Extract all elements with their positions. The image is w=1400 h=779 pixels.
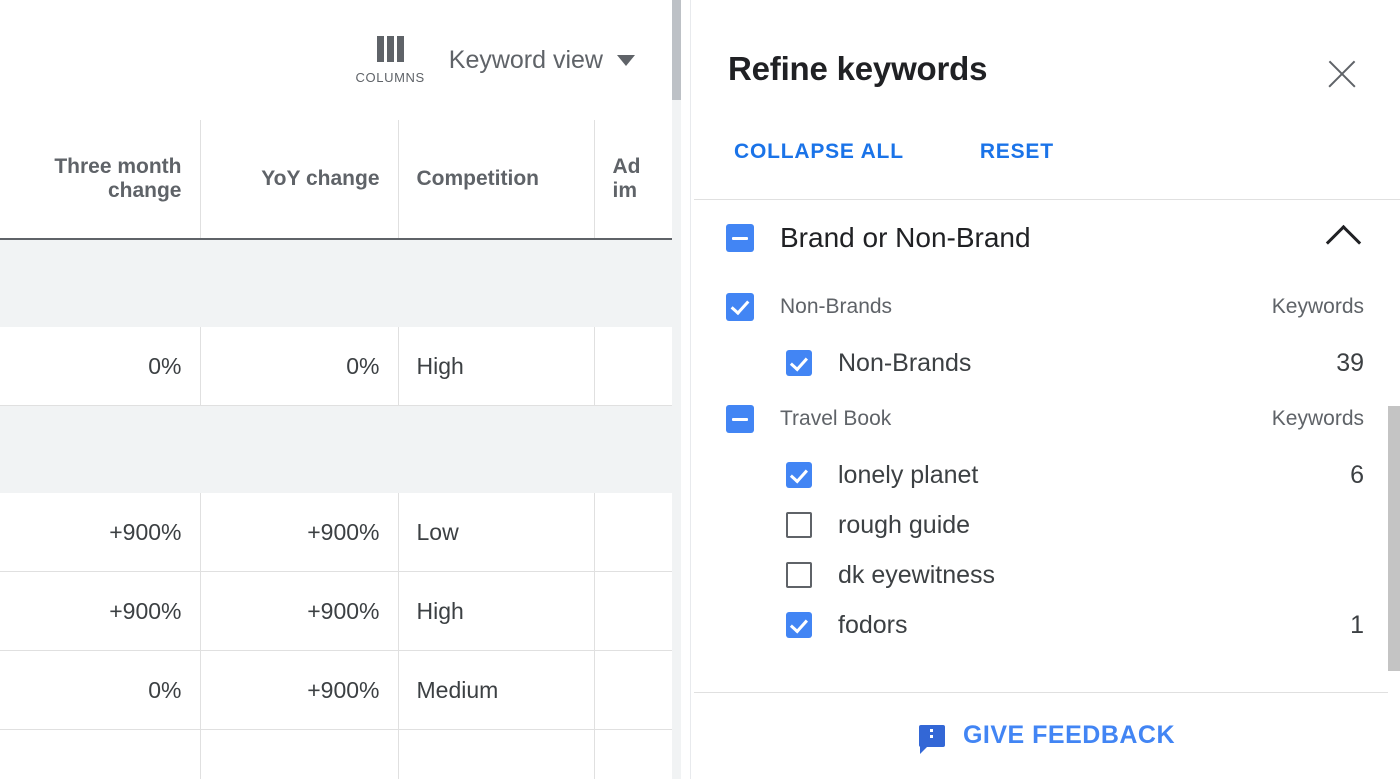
give-feedback-button[interactable]: GIVE FEEDBACK (909, 715, 1185, 756)
table-row[interactable]: +900% +900% Low (0, 493, 681, 572)
cell-three-month-change: 0% (0, 650, 201, 730)
cell-three-month-change: +900% (0, 571, 201, 651)
table-row[interactable]: +900% +900% High (0, 571, 681, 651)
item-label: dk eyewitness (838, 560, 996, 589)
keyword-view-dropdown[interactable]: Keyword view (449, 46, 635, 75)
cell-competition (398, 729, 595, 779)
cell-competition: High (398, 327, 595, 406)
item-label: Non-Brands (838, 348, 972, 377)
caret-down-icon (617, 54, 635, 66)
cell-yoy-change: +900% (200, 571, 399, 651)
table-scrollbar-thumb[interactable] (672, 0, 681, 100)
filter-group-non-brands[interactable]: Non-Brands Keywords (694, 276, 1400, 338)
item-label: lonely planet (838, 460, 979, 489)
cell-competition: High (398, 571, 595, 651)
filter-item-rough-guide[interactable]: rough guide (694, 500, 1400, 550)
panel-title: Refine keywords (728, 50, 988, 87)
reset-button[interactable]: RESET (972, 136, 1062, 168)
section-title: Brand or Non-Brand (780, 222, 1031, 253)
keyword-table: Three month change YoY change Competitio… (0, 120, 681, 779)
panel-footer: GIVE FEEDBACK (694, 693, 1400, 778)
filter-group-travel-book[interactable]: Travel Book Keywords (694, 388, 1400, 450)
table-row-band (0, 405, 681, 493)
filter-item-lonely-planet[interactable]: lonely planet 6 (694, 450, 1400, 500)
group-count-header: Keywords (1271, 407, 1364, 430)
item-label: rough guide (838, 510, 971, 539)
item-checkbox[interactable] (786, 350, 812, 376)
columns-icon (376, 35, 404, 62)
panel-body: Brand or Non-Brand Non-Brands Keywords N… (694, 200, 1400, 693)
filter-section-brand-or-non-brand[interactable]: Brand or Non-Brand (694, 200, 1400, 276)
columns-button[interactable]: COLUMNS (355, 35, 425, 85)
cell-yoy-change: 0% (200, 327, 399, 406)
columns-button-label: COLUMNS (355, 69, 425, 85)
collapse-all-button[interactable]: COLLAPSE ALL (726, 136, 912, 168)
table-row-band (0, 239, 681, 327)
item-checkbox[interactable] (786, 562, 812, 588)
table-vertical-scrollbar[interactable] (672, 0, 681, 779)
cell-ad-impression (594, 493, 681, 572)
cell-three-month-change (0, 729, 201, 779)
close-icon[interactable] (1324, 56, 1360, 92)
table-row[interactable] (0, 729, 681, 779)
filter-item-non-brands[interactable]: Non-Brands 39 (694, 338, 1400, 388)
table-toolbar: COLUMNS Keyword view (0, 0, 681, 120)
item-checkbox[interactable] (786, 512, 812, 538)
cell-three-month-change: +900% (0, 493, 201, 572)
group-label: Non-Brands (780, 295, 893, 318)
item-checkbox[interactable] (786, 462, 812, 488)
item-label: fodors (838, 610, 908, 639)
panel-actions: COLLAPSE ALL RESET (726, 136, 1062, 168)
column-header-competition[interactable]: Competition (398, 120, 595, 240)
filter-item-fodors[interactable]: fodors 1 (694, 600, 1400, 650)
cell-ad-impression (594, 327, 681, 406)
column-header-three-month-change[interactable]: Three month change (0, 120, 201, 240)
cell-ad-impression (594, 571, 681, 651)
filter-item-dk-eyewitness[interactable]: dk eyewitness (694, 550, 1400, 600)
give-feedback-label: GIVE FEEDBACK (962, 721, 1176, 749)
app-root: COLUMNS Keyword view Three month change … (0, 0, 1400, 779)
cell-yoy-change (200, 729, 399, 779)
column-header-yoy-change[interactable]: YoY change (200, 120, 399, 240)
panel-scrollbar-thumb[interactable] (1388, 406, 1400, 671)
cell-yoy-change: +900% (200, 650, 399, 730)
table-body: 0% 0% High +900% +900% Low +900% +900% H… (0, 239, 681, 779)
table-header: Three month change YoY change Competitio… (0, 120, 681, 240)
item-count: 1 (1350, 610, 1364, 639)
chevron-up-icon[interactable] (1325, 224, 1362, 261)
group-checkbox[interactable] (726, 405, 754, 433)
group-label: Travel Book (780, 407, 892, 430)
cell-ad-impression (594, 650, 681, 730)
group-count-header: Keywords (1271, 295, 1364, 318)
feedback-bubble-icon (918, 724, 945, 754)
item-checkbox[interactable] (786, 612, 812, 638)
section-checkbox[interactable] (726, 224, 754, 252)
keyword-table-pane: COLUMNS Keyword view Three month change … (0, 0, 681, 779)
panel-vertical-scrollbar[interactable] (1388, 201, 1400, 693)
refine-keywords-panel: Refine keywords COLLAPSE ALL RESET Brand… (694, 0, 1400, 779)
cell-three-month-change: 0% (0, 327, 201, 406)
item-count: 6 (1350, 460, 1364, 489)
cell-competition: Medium (398, 650, 595, 730)
table-row[interactable]: 0% 0% High (0, 327, 681, 406)
cell-competition: Low (398, 493, 595, 572)
group-checkbox[interactable] (726, 293, 754, 321)
item-count: 39 (1336, 348, 1364, 377)
cell-yoy-change: +900% (200, 493, 399, 572)
cell-ad-impression (594, 729, 681, 779)
panel-header: Refine keywords COLLAPSE ALL RESET (694, 0, 1400, 200)
keyword-view-label: Keyword view (448, 45, 603, 74)
table-header-row: Three month change YoY change Competitio… (0, 120, 681, 240)
table-row[interactable]: 0% +900% Medium (0, 650, 681, 730)
column-header-ad-impression[interactable]: Ad im (594, 120, 681, 240)
